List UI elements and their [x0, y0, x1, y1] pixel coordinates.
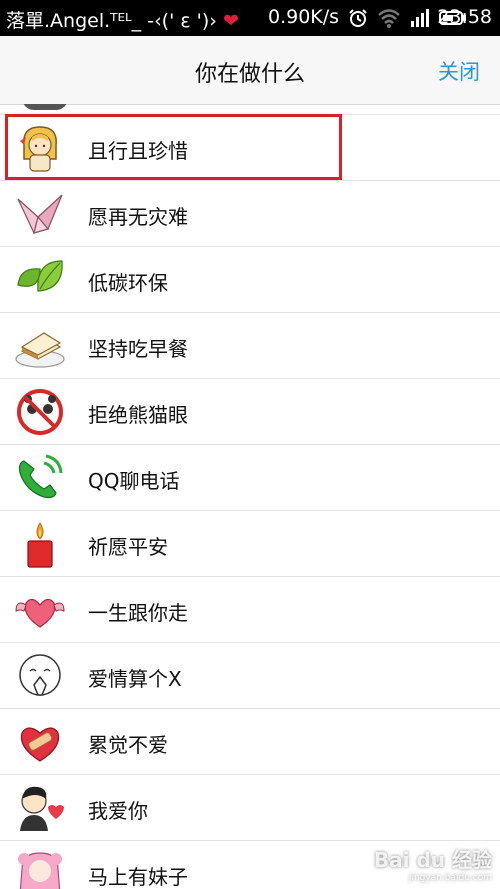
- header-bar: 你在做什么 关闭: [0, 36, 500, 105]
- shy-face-icon: [19, 654, 61, 696]
- paper-crane-icon: [17, 194, 63, 235]
- list-item[interactable]: 坚持吃早餐: [0, 313, 500, 379]
- page-title: 你在做什么: [194, 62, 305, 87]
- watermark-url: jingyan.baidu.com: [408, 873, 492, 883]
- phone-icon: [18, 454, 63, 499]
- list-item-label: 坚持吃早餐: [88, 337, 188, 361]
- list-item-label: 低碳环保: [88, 271, 168, 295]
- close-button[interactable]: 关闭: [438, 56, 480, 86]
- winged-heart-icon: [15, 598, 65, 628]
- list-item-label: 我爱你: [88, 799, 148, 823]
- couple-icon: [20, 786, 64, 831]
- list-item[interactable]: 拒绝熊猫眼: [0, 379, 500, 445]
- watermark-text: Bai du 经验: [373, 848, 492, 872]
- list-item-label: QQ聊电话: [88, 469, 180, 493]
- network-speed: 0.90K/s: [268, 6, 340, 28]
- status-bar: 落單.Angel.ᵀᴱᴸ_ -‹(' ε ')› ❤ 0.90K/s 23:58: [0, 0, 500, 36]
- list-item[interactable]: QQ聊电话: [0, 445, 500, 511]
- list-item-label: 且行且珍惜: [88, 139, 188, 163]
- pink-girl-icon: [18, 852, 62, 889]
- list-item[interactable]: 低碳环保: [0, 247, 500, 313]
- list-item[interactable]: 我爱你: [0, 775, 500, 841]
- list-item-label: 爱情算个X: [88, 667, 182, 691]
- list-item-label: 马上有妹子: [88, 865, 188, 889]
- no-panda-icon: [17, 389, 63, 435]
- alarm-icon: [349, 9, 367, 27]
- list-item-label: 一生跟你走: [88, 601, 188, 625]
- green-leaf-icon: [17, 260, 63, 292]
- status-list: 且行且珍惜 愿再无灾难 低碳环保 坚持吃早餐 拒绝熊猫眼 QQ聊电话 祈愿平安 …: [0, 104, 500, 889]
- watermark: Bai du 经验 jingyan.baidu.com: [374, 844, 492, 883]
- list-item[interactable]: 累觉不爱: [0, 709, 500, 775]
- list-item[interactable]: 且行且珍惜: [0, 115, 500, 181]
- list-item[interactable]: 爱情算个X: [0, 643, 500, 709]
- candle-icon: [27, 522, 53, 568]
- bandaged-heart-icon: [20, 727, 60, 762]
- list-item-label: 累觉不爱: [88, 733, 168, 757]
- girl-icon: [20, 126, 57, 172]
- list-item-label: 祈愿平安: [88, 535, 168, 559]
- list-item-label: 愿再无灾难: [88, 205, 188, 229]
- sandwich-icon: [15, 332, 65, 368]
- list-item-partial: [0, 104, 500, 115]
- list-item-label: 拒绝熊猫眼: [88, 403, 188, 427]
- signal-icon: [411, 9, 429, 27]
- heart-icon: ❤: [222, 10, 239, 32]
- carrier-name: 落單.Angel.ᵀᴱᴸ_ -‹(' ε ')›: [6, 10, 223, 32]
- list-item[interactable]: 愿再无灾难: [0, 181, 500, 247]
- wifi-icon: [378, 9, 400, 28]
- list-item[interactable]: 一生跟你走: [0, 577, 500, 643]
- list-item[interactable]: 祈愿平安: [0, 511, 500, 577]
- clock: 23:58: [437, 6, 492, 28]
